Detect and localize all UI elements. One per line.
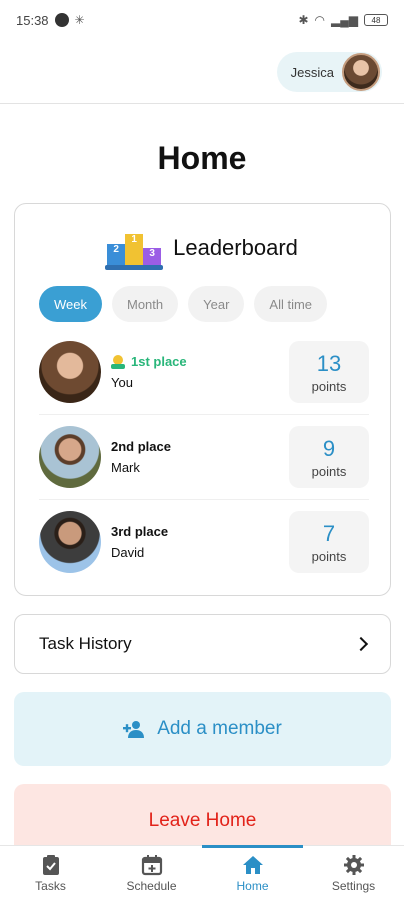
leaderboard-title: Leaderboard	[173, 235, 298, 260]
tab-year[interactable]: Year	[188, 286, 245, 322]
place-label: 1st place	[111, 354, 187, 369]
clipboard-check-icon	[42, 854, 59, 875]
place-text: 2nd place	[111, 439, 171, 454]
points-value: 13	[316, 350, 342, 376]
user-name: Jessica	[290, 64, 334, 80]
member-name: Mark	[111, 460, 140, 475]
app-notification-icon	[54, 13, 69, 27]
points-badge: 9 points	[289, 426, 369, 488]
member-name: David	[111, 545, 145, 560]
leaderboard-card: 2 1 3 Leaderboard Week Month Year All ti…	[14, 203, 391, 596]
points-value: 7	[322, 520, 336, 546]
leaderboard-row: 1st place You 13 points	[39, 330, 369, 414]
nav-schedule[interactable]: Schedule	[101, 846, 202, 900]
avatar	[39, 426, 101, 488]
wifi-icon: ◠	[314, 13, 326, 27]
nav-home[interactable]: Home	[202, 845, 303, 900]
status-time: 15:38	[16, 12, 49, 28]
page-title: Home	[157, 140, 247, 176]
points-value: 9	[322, 435, 336, 461]
calendar-add-icon	[141, 854, 162, 875]
add-member-button[interactable]: Add a member	[14, 692, 391, 766]
period-tabs: Week Month Year All time	[39, 286, 328, 322]
nav-tasks[interactable]: Tasks	[0, 846, 101, 900]
leaderboard-header: 2 1 3 Leaderboard	[15, 230, 390, 270]
home-icon	[242, 855, 263, 874]
gear-icon	[343, 854, 364, 875]
points-label: points	[311, 548, 347, 564]
avatar	[342, 53, 380, 91]
place-text: 3rd place	[111, 524, 169, 539]
add-member-label: Add a member	[157, 718, 282, 739]
leaderboard-row: 2nd place Mark 9 points	[39, 415, 369, 499]
bluetooth-icon: ✱	[298, 13, 309, 27]
points-badge: 13 points	[289, 341, 369, 403]
tab-week[interactable]: Week	[39, 286, 102, 322]
nav-settings[interactable]: Settings	[303, 846, 404, 900]
points-badge: 7 points	[289, 511, 369, 573]
leaderboard-row: 3rd place David 7 points	[39, 500, 369, 584]
task-history-button[interactable]: Task History	[14, 614, 391, 674]
nav-home-label: Home	[236, 878, 269, 893]
battery-level: 48	[371, 15, 381, 25]
app-header: Jessica	[0, 40, 404, 104]
battery-icon: 48	[364, 14, 388, 26]
member-name: You	[111, 375, 133, 390]
add-user-icon	[123, 721, 145, 738]
user-profile-chip[interactable]: Jessica	[276, 52, 382, 92]
chevron-right-icon	[353, 636, 369, 652]
bottom-navigation: Tasks Schedule Home Settings	[0, 845, 404, 900]
avatar	[39, 341, 101, 403]
points-label: points	[311, 378, 347, 394]
task-history-label: Task History	[39, 634, 132, 653]
medal-icon	[111, 354, 125, 369]
leave-home-label: Leave Home	[148, 810, 257, 831]
place-text: 1st place	[131, 354, 187, 369]
status-bar: 15:38 ✳ ✱ ◠ ▂▄▆ 48	[0, 0, 404, 40]
signal-icon: ▂▄▆	[331, 13, 358, 27]
tab-all-time[interactable]: All time	[254, 286, 328, 322]
podium-icon: 2 1 3	[105, 230, 164, 270]
nav-schedule-label: Schedule	[126, 878, 177, 893]
tab-month[interactable]: Month	[112, 286, 179, 322]
nav-tasks-label: Tasks	[35, 878, 66, 893]
sync-icon: ✳	[74, 13, 85, 27]
avatar	[39, 511, 101, 573]
points-label: points	[311, 463, 347, 479]
nav-settings-label: Settings	[331, 878, 376, 893]
